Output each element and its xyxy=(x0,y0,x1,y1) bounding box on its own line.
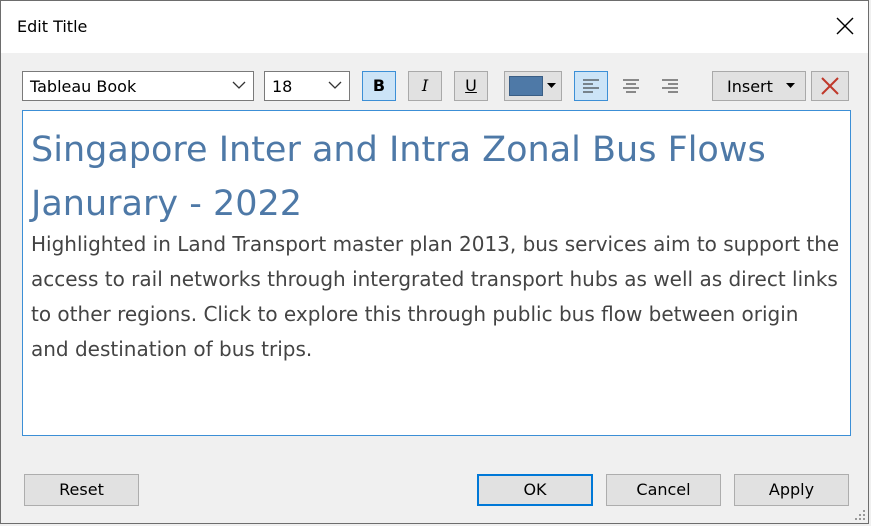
reset-button[interactable]: Reset xyxy=(24,474,139,506)
insert-label: Insert xyxy=(727,77,773,96)
align-right-icon xyxy=(662,79,678,93)
title-heading: Singapore Inter and Intra Zonal Bus Flow… xyxy=(31,123,831,231)
font-family-value: Tableau Book xyxy=(30,77,137,96)
clear-formatting-button[interactable] xyxy=(811,71,849,101)
bold-icon: B xyxy=(372,76,386,95)
title-text-editor[interactable]: Singapore Inter and Intra Zonal Bus Flow… xyxy=(22,110,851,436)
font-family-select[interactable]: Tableau Book xyxy=(22,71,254,101)
font-size-select[interactable]: 18 xyxy=(264,71,350,101)
font-size-value: 18 xyxy=(272,77,293,96)
bold-button[interactable]: B xyxy=(362,71,396,101)
align-center-button[interactable] xyxy=(614,71,648,101)
heading-line: Singapore Inter and Intra Zonal Bus Flow… xyxy=(31,130,766,170)
italic-icon: I xyxy=(421,76,429,95)
underline-icon: U xyxy=(465,76,477,95)
italic-button[interactable]: I xyxy=(408,71,442,101)
dropdown-arrow-icon xyxy=(786,83,795,88)
underline-button[interactable]: U xyxy=(454,71,488,101)
format-toolbar: Tableau Book 18 B I U Insert xyxy=(1,67,870,107)
align-right-button[interactable] xyxy=(653,71,687,101)
ok-button[interactable]: OK xyxy=(477,474,593,506)
apply-button[interactable]: Apply xyxy=(734,474,849,506)
font-color-button[interactable] xyxy=(504,71,562,101)
title-body-text: Highlighted in Land Transport master pla… xyxy=(31,232,840,361)
align-center-icon xyxy=(623,79,639,93)
title-bar: Edit Title xyxy=(1,1,868,53)
close-icon xyxy=(836,17,854,35)
heading-line: Janurary - 2022 xyxy=(31,184,303,224)
chevron-down-icon xyxy=(328,81,342,89)
align-left-button[interactable] xyxy=(574,71,608,101)
close-button[interactable] xyxy=(830,11,860,41)
clear-icon xyxy=(821,77,839,95)
chevron-down-icon xyxy=(232,81,246,89)
dialog-title: Edit Title xyxy=(17,17,88,36)
insert-button[interactable]: Insert xyxy=(712,71,806,101)
color-swatch xyxy=(509,76,543,96)
resize-grip-icon[interactable] xyxy=(854,509,866,521)
edit-title-dialog: Edit Title Tableau Book 18 B I U Insert … xyxy=(0,0,869,524)
dropdown-arrow-icon xyxy=(547,83,556,88)
cancel-button[interactable]: Cancel xyxy=(606,474,721,506)
align-left-icon xyxy=(583,79,599,93)
